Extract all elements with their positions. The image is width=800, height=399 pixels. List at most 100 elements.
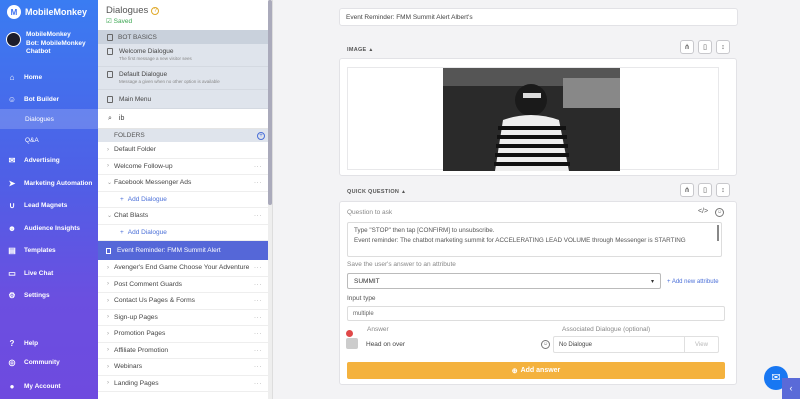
nav-item-audience-insights[interactable]: ☻ Audience Insights [0,220,98,236]
help-icon[interactable]: ? [151,7,160,15]
more-icon: ··· [253,330,262,338]
nav-item-dialogues[interactable]: Dialogues [0,109,98,129]
folder-item[interactable]: › Affiliate Promotion ··· [98,343,272,359]
send-icon: ➤ [8,178,16,188]
search-input[interactable]: ⌕ ib [98,109,272,129]
search-icon: ⌕ [108,114,112,122]
folder-item[interactable]: ⌄ Facebook Messenger Ads ··· [98,175,272,192]
emoji-icon[interactable]: ☺ [541,340,550,349]
dialogue-title-input[interactable]: Event Reminder: FMM Summit Alert Albert'… [339,8,738,26]
more-icon: ··· [253,297,262,305]
chevron-right-icon: › [107,146,109,153]
panel-scrollbar[interactable] [268,0,272,399]
folder-item[interactable]: › Avenger's End Game Choose Your Adventur… [98,260,272,277]
nav-item-bot-builder[interactable]: ☺ Bot Builder [0,91,98,107]
account-bot: Bot: MobileMonkey Chatbot [26,39,86,56]
megaphone-icon: ✉ [8,155,16,165]
folder-item[interactable]: › Promotion Pages ··· [98,326,272,343]
uploaded-image[interactable] [443,68,620,171]
quick-question-section-label[interactable]: QUICK QUESTION ▲ [347,189,406,195]
nav-item-templates[interactable]: ▤ Templates [0,242,98,258]
nav-item-home[interactable]: ⌂ Home [0,69,98,85]
add-dialogue-button[interactable]: + Add Dialogue [98,192,272,208]
nav-item-advertising[interactable]: ✉ Advertising [0,152,98,168]
collapse-icon[interactable]: ‹ [782,378,800,399]
nav-item-community[interactable]: ◎ Community [0,354,98,370]
trash-icon[interactable]: ▯ [698,183,712,197]
drag-handle-icon[interactable]: ↕ [716,183,730,197]
quick-question-card: Question to ask </> ☺ Type "STOP" then t… [339,201,737,385]
share-icon[interactable]: ⋔ [680,183,694,197]
emoji-icon[interactable]: ☺ [715,208,724,217]
folder-item[interactable]: › Webinars ··· [98,359,272,376]
folder-item[interactable]: › Welcome Follow-up ··· [98,159,272,175]
more-icon: ··· [253,346,262,354]
nav-item-marketing-automation[interactable]: ➤ Marketing Automation [0,175,98,191]
account-name: MobileMonkey [26,31,71,38]
question-textarea[interactable]: Type "STOP" then tap [CONFIRM] to unsubs… [347,222,722,257]
folder-item[interactable]: › Sign-up Pages ··· [98,310,272,326]
associated-dialogue-select[interactable]: No Dialogue View [553,336,719,353]
brand-name: MobileMonkey [25,7,88,17]
chevron-right-icon: › [107,163,109,170]
view-button[interactable]: View [684,337,718,352]
more-icon: ··· [253,379,262,387]
dialogue-icon [107,71,113,78]
more-icon: ··· [253,212,262,220]
chevron-right-icon: › [107,264,109,271]
document-icon [106,247,111,254]
community-icon: ◎ [8,357,16,367]
folder-item[interactable]: › Contact Us Pages & Forms ··· [98,293,272,310]
robot-icon: ☺ [7,94,17,104]
image-section-label[interactable]: IMAGE ▲ [347,47,374,53]
folders-header: FOLDERS + [98,129,272,142]
code-icon[interactable]: </> [698,208,708,215]
save-answer-label: Save the user's answer to an attribute [347,261,456,268]
nav-item-help[interactable]: ? Help [0,335,98,351]
input-type-field[interactable]: multiple [347,306,725,321]
account-switcher[interactable]: MobileMonkey Bot: MobileMonkey Chatbot [0,24,98,70]
brand-logo-icon: M [7,5,21,19]
add-attribute-link[interactable]: + Add new attribute [667,279,719,285]
brand[interactable]: M MobileMonkey [0,0,98,24]
chevron-down-icon: ⌄ [107,213,113,220]
nav-item-live-chat[interactable]: ▭ Live Chat [0,265,98,281]
nav-item-my-account[interactable]: ● My Account [0,378,98,394]
answer-input[interactable]: Head on over [363,336,538,353]
more-icon: ··· [253,179,262,187]
plus-icon: + [120,195,124,203]
add-answer-button[interactable]: ⊕ Add answer [347,362,725,379]
chevron-right-icon: › [107,281,109,288]
default-dialogue-item[interactable]: Default Dialogue Message a given when no… [98,67,272,90]
nav-item-lead-magnets[interactable]: ∪ Lead Magnets [0,197,98,213]
textarea-scrollbar[interactable] [717,225,719,241]
more-icon: ··· [253,280,262,288]
folder-item[interactable]: › Post Comment Guards ··· [98,277,272,293]
magnet-icon: ∪ [9,200,15,210]
add-folder-icon[interactable]: + [257,131,265,140]
chevron-up-icon: ▲ [401,189,407,195]
chevron-right-icon: › [107,330,109,337]
chevron-right-icon: › [107,380,109,387]
more-icon: ··· [253,313,262,321]
attribute-select[interactable]: SUMMIT ▾ [347,273,661,289]
question-label: Question to ask [347,209,393,216]
main-menu-item[interactable]: Main Menu [98,90,272,109]
add-dialogue-button[interactable]: + Add Dialogue [98,225,272,241]
dialogue-icon [107,33,113,41]
folder-item[interactable]: › Landing Pages ··· [98,376,272,392]
nav-item-qa[interactable]: Q&A [0,130,98,150]
nav-item-settings[interactable]: ⚙ Settings [0,287,98,303]
template-icon: ▤ [8,245,16,255]
share-icon[interactable]: ⋔ [680,40,694,54]
help-icon: ? [9,338,15,348]
welcome-dialogue-item[interactable]: Welcome Dialogue The first message a new… [98,44,272,67]
trash-icon[interactable]: ▯ [698,40,712,54]
chevron-down-icon: ▾ [650,278,654,285]
dialogue-item-active[interactable]: Event Reminder: FMM Summit Alert [98,241,272,260]
folder-item[interactable]: ⌄ Chat Blasts ··· [98,208,272,225]
drag-handle-icon[interactable]: ↕ [716,40,730,54]
more-icon: ··· [253,363,262,371]
folder-item[interactable]: › Default Folder [98,142,272,159]
dialogue-icon [107,48,113,55]
